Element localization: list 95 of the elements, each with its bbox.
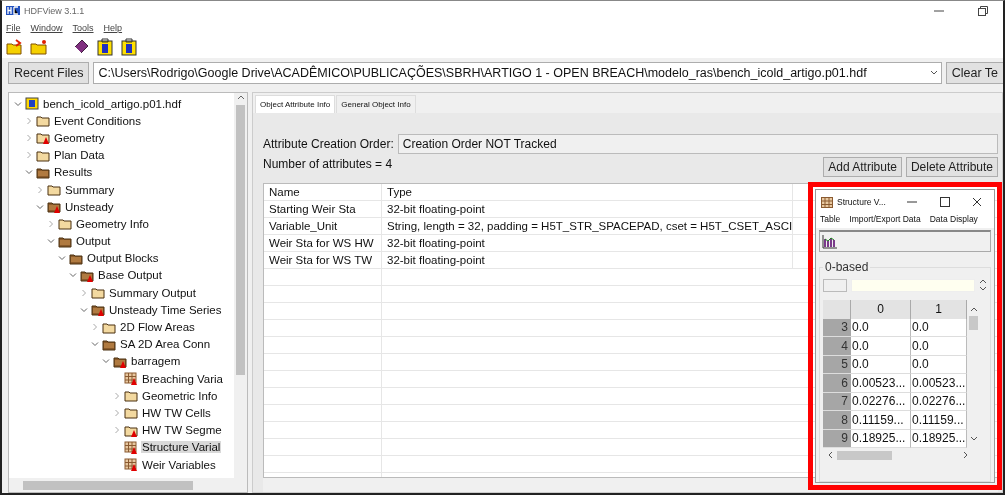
tree-item[interactable]: Output Blocks bbox=[86, 252, 160, 265]
restore-icon bbox=[978, 5, 988, 16]
chevron-icon[interactable] bbox=[79, 287, 89, 298]
scroll-right-icon[interactable] bbox=[963, 451, 969, 459]
file-path-dropdown[interactable]: C:\Users\Rodrigo\Google Drive\ACADÊMICO\PUBLICAÇÕES\SBRH\ARTIGO 1 - OPEN BREACH\modelo_ras\bench_icold_artigo.p01.hdf bbox=[93, 62, 942, 84]
close-icon[interactable] bbox=[972, 197, 982, 207]
tree-item[interactable]: Summary Output bbox=[108, 286, 197, 299]
table-cell: 0.00523... bbox=[851, 374, 911, 393]
recent-files-button[interactable]: Recent Files bbox=[8, 62, 90, 84]
chevron-icon[interactable] bbox=[24, 115, 34, 126]
column-header[interactable]: 0 bbox=[851, 300, 911, 319]
tree-item[interactable]: Plan Data bbox=[53, 149, 106, 162]
table-cell: 32-bit floating-point bbox=[382, 235, 794, 252]
vertical-scrollbar[interactable] bbox=[234, 93, 247, 478]
horizontal-scrollbar[interactable] bbox=[9, 478, 247, 492]
tab[interactable]: General Object Info bbox=[336, 95, 416, 113]
attribute-button[interactable]: Add Attribute bbox=[823, 157, 902, 177]
tree-item[interactable]: 2D Flow Areas bbox=[119, 321, 196, 334]
tree-item[interactable]: Breaching Varia bbox=[141, 372, 224, 385]
menu-item[interactable]: Help bbox=[103, 23, 123, 33]
tree-item[interactable]: Unsteady bbox=[64, 200, 115, 213]
new-folder-icon[interactable] bbox=[30, 38, 48, 56]
header-corner bbox=[823, 300, 851, 319]
column-header[interactable]: Name bbox=[264, 184, 382, 201]
table-cell: Starting Weir Sta bbox=[264, 201, 382, 218]
clear-text-button[interactable]: Clear Te bbox=[945, 62, 1003, 84]
menu-item[interactable]: Window bbox=[30, 23, 63, 33]
row-header: 8 bbox=[823, 411, 851, 430]
creation-order-field[interactable]: Creation Order NOT Tracked bbox=[397, 134, 998, 154]
attribute-button[interactable]: Delete Attribute bbox=[905, 157, 998, 177]
tree-item[interactable]: Output bbox=[75, 235, 112, 248]
row-header: 6 bbox=[823, 374, 851, 393]
table-cell: 32-bit floating-point bbox=[382, 252, 794, 269]
tab[interactable]: Object Attribute Info bbox=[255, 95, 336, 113]
tree-item[interactable]: bench_icold_artigo.p01.hdf bbox=[42, 97, 183, 110]
tree-item[interactable]: barragem bbox=[130, 355, 182, 368]
menu-item[interactable]: Data Display bbox=[929, 214, 978, 224]
menu-item[interactable]: File bbox=[6, 23, 21, 33]
tree-item[interactable]: HW TW Cells bbox=[141, 406, 212, 419]
tree-item[interactable]: HW TW Segme bbox=[141, 424, 223, 437]
menu-item[interactable]: Table bbox=[820, 214, 841, 224]
menu-item[interactable]: Import/Export Data bbox=[849, 214, 921, 224]
group-label: 0-based bbox=[824, 260, 870, 274]
tree-item[interactable]: Event Conditions bbox=[53, 114, 142, 127]
tree-item[interactable]: Geometry bbox=[53, 131, 106, 144]
table-cell: 0.0 bbox=[911, 337, 967, 356]
open-folder-icon[interactable] bbox=[6, 38, 24, 56]
tree-item[interactable]: SA 2D Area Conn bbox=[119, 338, 212, 351]
tree-item[interactable]: Results bbox=[53, 166, 94, 179]
table-cell: Weir Sta for WS TW bbox=[264, 252, 382, 269]
chevron-icon[interactable] bbox=[112, 425, 122, 436]
chart-icon[interactable] bbox=[822, 234, 838, 249]
table-cell: String, length = 32, padding = H5T_STR_SPACEPAD, cset = H5T_CSET_ASCI bbox=[382, 218, 794, 235]
tree-item[interactable]: Geometry Info bbox=[75, 217, 150, 230]
chevron-icon[interactable] bbox=[90, 322, 100, 333]
tree-item[interactable]: Summary bbox=[64, 183, 116, 196]
menu-item[interactable]: Tools bbox=[72, 23, 94, 33]
table-cell: 32-bit floating-point bbox=[382, 201, 794, 218]
tree-item[interactable]: Base Output bbox=[97, 269, 163, 282]
index-field[interactable] bbox=[823, 278, 847, 292]
chevron-icon[interactable] bbox=[35, 184, 45, 195]
table-cell: 0.0 bbox=[851, 337, 911, 356]
tree-item[interactable]: Geometric Info bbox=[141, 389, 219, 402]
scroll-up-icon bbox=[236, 93, 245, 101]
window-title: Structure V... bbox=[837, 197, 886, 207]
scroll-left-icon[interactable] bbox=[827, 451, 833, 459]
window-title: HDFView 3.1.1 bbox=[24, 5, 85, 16]
column-header[interactable]: 1 bbox=[911, 300, 967, 319]
scroll-thumb[interactable] bbox=[969, 316, 978, 330]
table-icon bbox=[821, 196, 833, 208]
chevron-icon[interactable] bbox=[112, 390, 122, 401]
scroll-down-icon[interactable] bbox=[969, 436, 978, 442]
chevron-icon[interactable] bbox=[46, 218, 56, 229]
maximize-icon[interactable] bbox=[940, 197, 950, 207]
app-logo-icon bbox=[6, 6, 20, 15]
chevron-icon[interactable] bbox=[24, 150, 34, 161]
chevron-icon[interactable] bbox=[112, 407, 122, 418]
table-cell: Weir Sta for WS HW bbox=[264, 235, 382, 252]
tree-item[interactable]: Weir Variables bbox=[141, 458, 217, 471]
hdf4-icon[interactable] bbox=[96, 38, 114, 56]
table-cell: 0.11159... bbox=[911, 411, 967, 430]
row-header: 4 bbox=[823, 337, 851, 356]
field-label: Attribute Creation Order: bbox=[263, 137, 394, 151]
table-cell: 0.00523... bbox=[911, 374, 967, 393]
scroll-up-icon[interactable] bbox=[969, 306, 978, 312]
scroll-thumb[interactable] bbox=[837, 450, 892, 460]
hdf5-icon[interactable] bbox=[120, 38, 138, 56]
attribute-count: Number of attributes = 4 bbox=[263, 157, 393, 171]
table-cell: 0.11159... bbox=[851, 411, 911, 430]
tree-item[interactable]: Structure Varial bbox=[141, 441, 222, 454]
table-cell: Variable_Unit bbox=[264, 218, 382, 235]
chevron-icon[interactable] bbox=[24, 132, 34, 143]
column-header[interactable]: Type bbox=[382, 184, 794, 201]
spinner-icon[interactable] bbox=[979, 279, 987, 291]
tree-item[interactable]: Unsteady Time Series bbox=[108, 303, 223, 316]
